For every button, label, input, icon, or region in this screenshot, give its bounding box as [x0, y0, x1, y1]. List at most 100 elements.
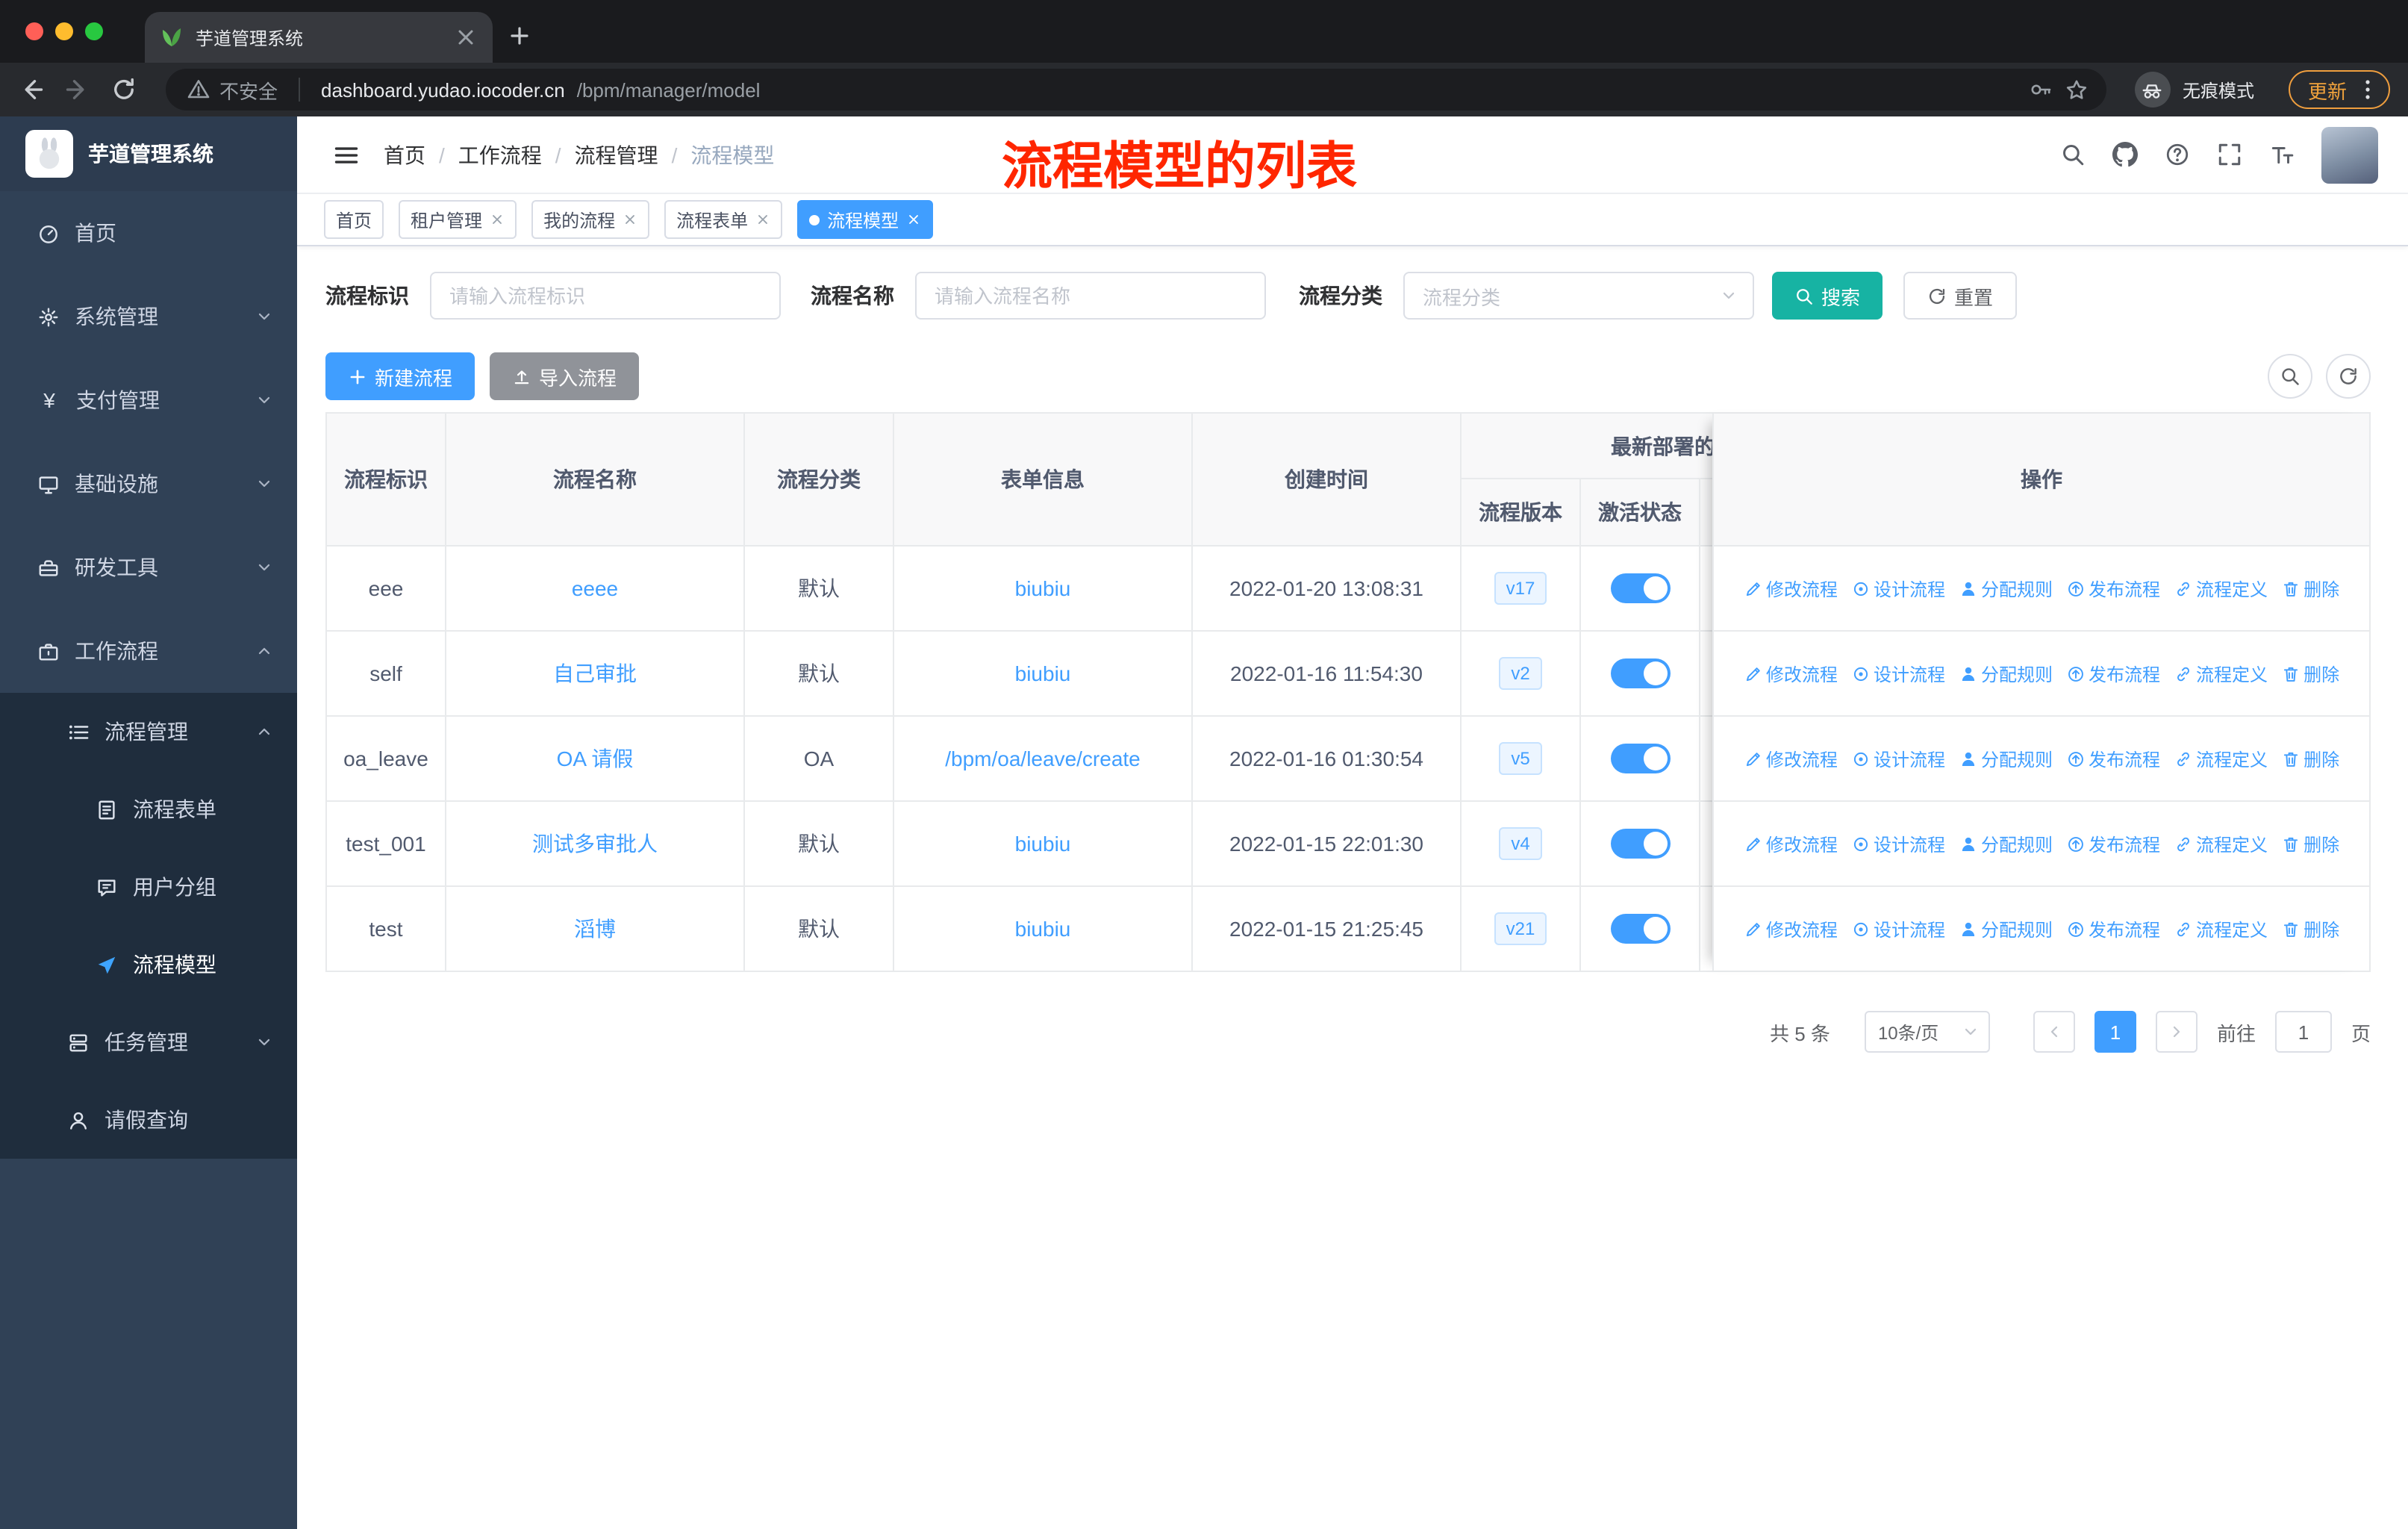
help-icon[interactable] [2165, 142, 2190, 167]
publish-process-link[interactable]: 发布流程 [2066, 746, 2160, 771]
toggle-search-button[interactable] [2268, 354, 2312, 399]
publish-process-link[interactable]: 发布流程 [2066, 661, 2160, 686]
sidebar-item-system-management[interactable]: 系统管理 [0, 275, 297, 358]
close-icon[interactable] [623, 212, 637, 227]
collapse-sidebar-icon[interactable] [333, 141, 360, 168]
bookmark-star-icon[interactable] [2065, 78, 2089, 102]
reset-button[interactable]: 重置 [1903, 272, 2018, 320]
breadcrumb-item[interactable]: 流程管理 [575, 140, 658, 169]
process-name-link[interactable]: 自己审批 [553, 658, 637, 688]
process-definition-link[interactable]: 流程定义 [2174, 831, 2268, 856]
design-process-link[interactable]: 设计流程 [1851, 916, 1945, 941]
tag-process-form[interactable]: 流程表单 [664, 200, 783, 239]
fullscreen-icon[interactable] [2217, 142, 2242, 167]
delete-link[interactable]: 删除 [2281, 576, 2339, 601]
font-size-icon[interactable] [2269, 142, 2295, 167]
form-info-link[interactable]: biubiu [1015, 917, 1071, 941]
sidebar-item-payment-management[interactable]: ¥ 支付管理 [0, 358, 297, 442]
process-key-input[interactable] [430, 272, 781, 320]
modify-process-link[interactable]: 修改流程 [1744, 746, 1838, 771]
security-indicator[interactable]: 不安全 [187, 75, 278, 104]
search-button[interactable]: 搜索 [1772, 272, 1883, 320]
assign-rule-link[interactable]: 分配规则 [1959, 746, 2053, 771]
modify-process-link[interactable]: 修改流程 [1744, 576, 1838, 601]
browser-tab[interactable]: 芋道管理系统 [145, 12, 493, 63]
prev-page-button[interactable] [2033, 1011, 2075, 1053]
incognito-badge[interactable]: 无痕模式 [2134, 72, 2254, 108]
import-process-button[interactable]: 导入流程 [490, 352, 640, 400]
design-process-link[interactable]: 设计流程 [1851, 746, 1945, 771]
delete-link[interactable]: 删除 [2281, 831, 2339, 856]
reload-icon[interactable] [110, 76, 137, 103]
refresh-table-button[interactable] [2326, 354, 2371, 399]
sidebar-item-infrastructure[interactable]: 基础设施 [0, 442, 297, 526]
modify-process-link[interactable]: 修改流程 [1744, 916, 1838, 941]
modify-process-link[interactable]: 修改流程 [1744, 831, 1838, 856]
process-name-link[interactable]: 滔博 [574, 914, 616, 944]
process-definition-link[interactable]: 流程定义 [2174, 746, 2268, 771]
form-info-link[interactable]: biubiu [1015, 661, 1071, 685]
sidebar-item-user-group[interactable]: 用户分组 [0, 848, 297, 926]
design-process-link[interactable]: 设计流程 [1851, 661, 1945, 686]
status-toggle[interactable] [1610, 744, 1670, 773]
minimize-window-button[interactable] [55, 22, 73, 40]
sidebar-item-home[interactable]: 首页 [0, 191, 297, 275]
assign-rule-link[interactable]: 分配规则 [1959, 831, 2053, 856]
close-icon[interactable] [755, 212, 770, 227]
process-definition-link[interactable]: 流程定义 [2174, 576, 2268, 601]
design-process-link[interactable]: 设计流程 [1851, 576, 1945, 601]
back-icon[interactable] [18, 76, 45, 103]
sidebar-item-process-management[interactable]: 流程管理 [0, 693, 297, 770]
sidebar-item-process-form[interactable]: 流程表单 [0, 770, 297, 848]
close-icon[interactable] [490, 212, 505, 227]
tag-home[interactable]: 首页 [324, 200, 384, 239]
github-icon[interactable] [2112, 142, 2138, 167]
tab-close-icon[interactable] [454, 25, 478, 49]
sidebar-item-dev-tools[interactable]: 研发工具 [0, 526, 297, 609]
form-info-link[interactable]: biubiu [1015, 832, 1071, 856]
avatar[interactable] [2321, 126, 2378, 183]
sidebar-item-task-management[interactable]: 任务管理 [0, 1003, 297, 1081]
browser-menu-icon[interactable] [2356, 78, 2380, 102]
breadcrumb-item[interactable]: 工作流程 [458, 140, 542, 169]
status-toggle[interactable] [1610, 914, 1670, 944]
assign-rule-link[interactable]: 分配规则 [1959, 916, 2053, 941]
status-toggle[interactable] [1610, 658, 1670, 688]
sidebar-item-workflow[interactable]: 工作流程 [0, 609, 297, 693]
close-window-button[interactable] [25, 22, 43, 40]
delete-link[interactable]: 删除 [2281, 661, 2339, 686]
publish-process-link[interactable]: 发布流程 [2066, 576, 2160, 601]
status-toggle[interactable] [1610, 829, 1670, 859]
design-process-link[interactable]: 设计流程 [1851, 831, 1945, 856]
page-size-select[interactable]: 10条/页 [1864, 1011, 1990, 1053]
form-info-link[interactable]: /bpm/oa/leave/create [945, 747, 1141, 770]
sidebar-item-process-model[interactable]: 流程模型 [0, 926, 297, 1003]
goto-page-input[interactable] [2274, 1011, 2332, 1053]
sidebar-item-leave-query[interactable]: 请假查询 [0, 1081, 297, 1159]
form-info-link[interactable]: biubiu [1015, 576, 1071, 600]
delete-link[interactable]: 删除 [2281, 916, 2339, 941]
forward-icon[interactable] [64, 76, 91, 103]
process-name-link[interactable]: eeee [572, 576, 618, 600]
tag-process-model[interactable]: 流程模型 [797, 200, 934, 239]
status-toggle[interactable] [1610, 573, 1670, 603]
breadcrumb-item[interactable]: 首页 [384, 140, 425, 169]
zoom-window-button[interactable] [85, 22, 103, 40]
tag-tenant-management[interactable]: 租户管理 [399, 200, 517, 239]
search-icon[interactable] [2060, 142, 2086, 167]
process-definition-link[interactable]: 流程定义 [2174, 916, 2268, 941]
process-name-link[interactable]: 测试多审批人 [532, 829, 658, 859]
address-bar[interactable]: 不安全 dashboard.yudao.iocoder.cn /bpm/mana… [166, 69, 2106, 110]
process-name-link[interactable]: OA 请假 [557, 744, 634, 773]
modify-process-link[interactable]: 修改流程 [1744, 661, 1838, 686]
process-name-input[interactable] [915, 272, 1266, 320]
key-icon[interactable] [2029, 78, 2053, 102]
new-tab-button[interactable] [508, 16, 546, 55]
assign-rule-link[interactable]: 分配规则 [1959, 576, 2053, 601]
next-page-button[interactable] [2155, 1011, 2198, 1053]
publish-process-link[interactable]: 发布流程 [2066, 916, 2160, 941]
process-category-select[interactable]: 流程分类 [1403, 272, 1754, 320]
assign-rule-link[interactable]: 分配规则 [1959, 661, 2053, 686]
create-process-button[interactable]: 新建流程 [325, 352, 475, 400]
delete-link[interactable]: 删除 [2281, 746, 2339, 771]
